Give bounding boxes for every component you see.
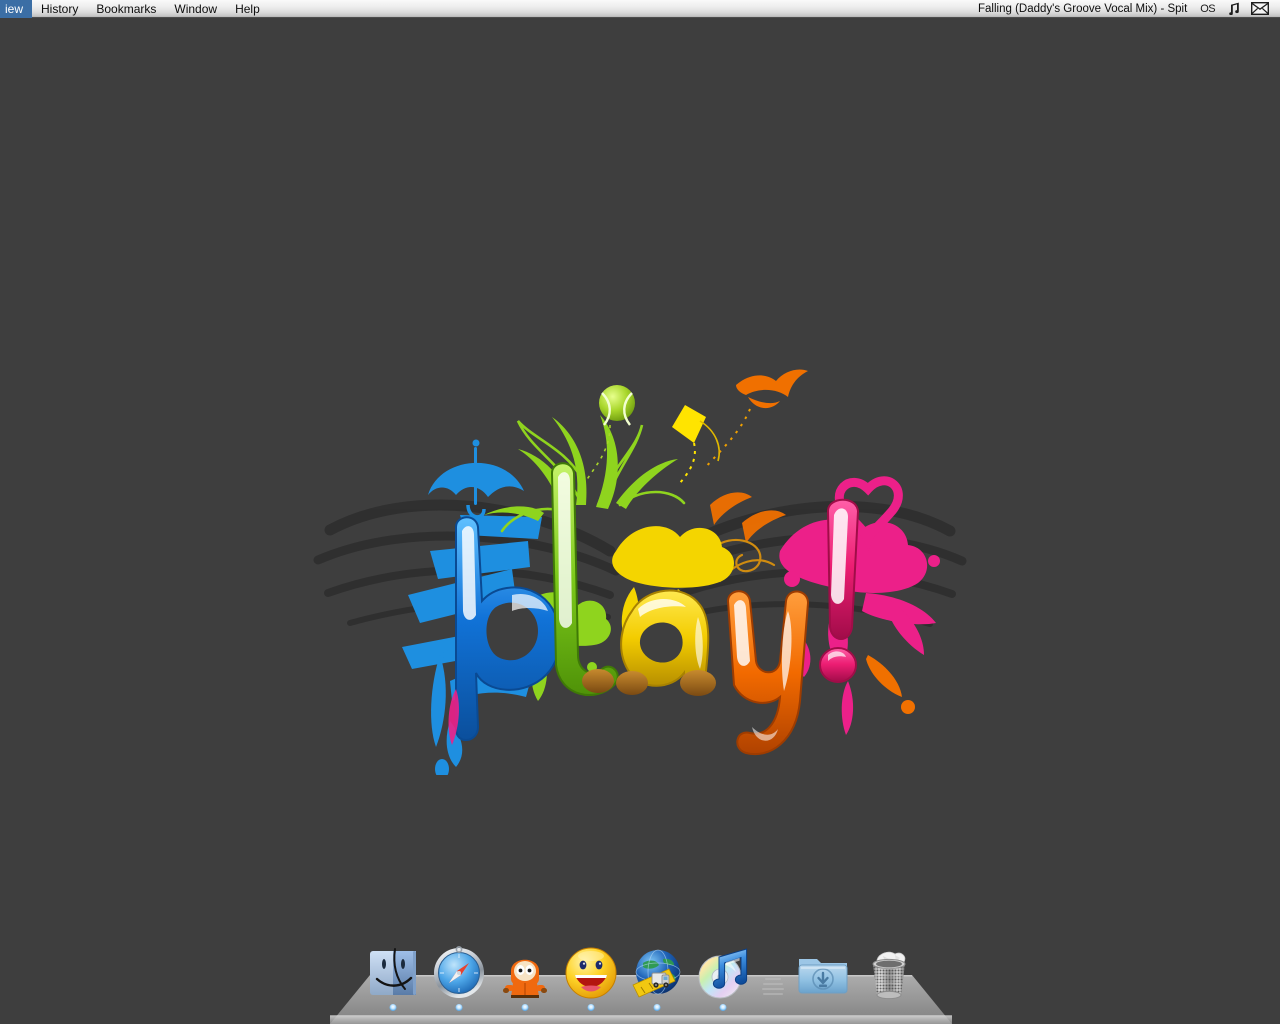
dock-item-yahoo[interactable] [558, 939, 624, 1011]
os-glyph-label: OS [1200, 2, 1215, 15]
dock-item-aim[interactable] [492, 939, 558, 1011]
running-indicator [719, 1004, 727, 1011]
menu-window[interactable]: Window [165, 0, 226, 18]
running-indicator [521, 1004, 529, 1011]
dock-item-finder[interactable] [360, 939, 426, 1011]
dock-item-transmit[interactable] [624, 939, 690, 1011]
desktop-screen: iew History Bookmarks Window Help Fallin… [0, 0, 1280, 1024]
running-indicator [653, 1004, 661, 1011]
dock-icon-list [330, 939, 952, 1011]
downloads-folder-icon[interactable] [795, 945, 851, 1001]
mail-envelope-icon[interactable] [1245, 0, 1275, 18]
mail-envelope-glyph [1251, 2, 1269, 15]
dock[interactable] [330, 929, 952, 1024]
os-menu-extra-icon[interactable]: OS [1194, 0, 1221, 18]
music-note-icon[interactable] [1221, 0, 1245, 18]
menu-history[interactable]: History [32, 0, 87, 18]
safari-compass-icon[interactable] [431, 945, 487, 1001]
itunes-icon[interactable] [695, 945, 751, 1001]
trash-icon[interactable] [861, 945, 917, 1001]
menu-help[interactable]: Help [226, 0, 269, 18]
transmit-globe-truck-icon[interactable] [629, 945, 685, 1001]
menu-bookmarks[interactable]: Bookmarks [87, 0, 165, 18]
yahoo-smiley-icon[interactable] [563, 945, 619, 1001]
menu-bar: iew History Bookmarks Window Help Fallin… [0, 0, 1280, 18]
desktop-wallpaper [0, 0, 1280, 1024]
menu-view[interactable]: iew [0, 0, 33, 18]
dock-item-trash[interactable] [856, 939, 922, 1001]
dock-item-downloads[interactable] [790, 939, 856, 1001]
dock-item-safari[interactable] [426, 939, 492, 1011]
dock-separator-lines [762, 978, 784, 995]
running-indicator [455, 1004, 463, 1011]
running-indicator [587, 1004, 595, 1011]
menu-bar-status-group: Falling (Daddy's Groove Vocal Mix) - Spi… [971, 0, 1280, 18]
dock-separator [756, 939, 790, 1001]
menu-bar-left-group: iew History Bookmarks Window Help [0, 0, 269, 18]
now-playing-track-label[interactable]: Falling (Daddy's Groove Vocal Mix) - Spi… [971, 3, 1194, 15]
aim-kenny-icon[interactable] [497, 945, 553, 1001]
wallpaper-artwork-play [280, 355, 1000, 775]
finder-icon[interactable] [365, 945, 421, 1001]
dock-item-itunes[interactable] [690, 939, 756, 1011]
music-note-glyph [1229, 2, 1239, 15]
running-indicator [389, 1004, 397, 1011]
